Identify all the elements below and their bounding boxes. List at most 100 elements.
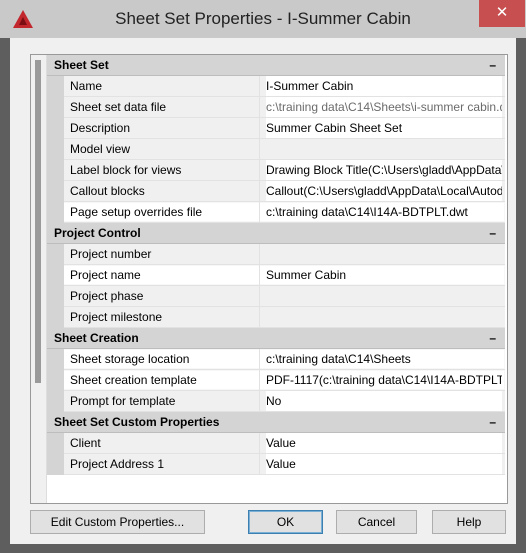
column-divider: [259, 349, 260, 369]
property-name: Project phase: [70, 289, 144, 303]
row-gutter: [47, 454, 64, 475]
property-row-project-phase[interactable]: Project phase: [47, 286, 505, 307]
property-name: Sheet creation template: [70, 373, 197, 387]
column-divider: [259, 97, 260, 117]
category-label: Sheet Set Custom Properties: [54, 415, 220, 429]
cancel-button[interactable]: Cancel: [336, 510, 417, 534]
property-row-callout-blocks[interactable]: Callout blocks Callout(C:\Users\gladd\Ap…: [47, 181, 505, 202]
property-value[interactable]: Value: [266, 433, 502, 453]
property-name: Project number: [70, 247, 152, 261]
collapse-icon[interactable]: –: [489, 223, 496, 243]
column-divider: [259, 244, 260, 264]
category-sheet-creation[interactable]: Sheet Creation –: [47, 328, 505, 349]
column-divider: [259, 181, 260, 201]
property-name: Description: [70, 121, 131, 135]
row-gutter: [47, 118, 64, 139]
category-sheet-set[interactable]: Sheet Set –: [47, 55, 505, 76]
property-value[interactable]: Summer Cabin Sheet Set: [266, 118, 502, 138]
column-divider: [259, 286, 260, 306]
property-name: Model view: [70, 142, 131, 156]
edit-custom-properties-button[interactable]: Edit Custom Properties...: [30, 510, 205, 534]
property-value[interactable]: c:\training data\C14\Sheets\i-summer cab…: [266, 97, 502, 117]
property-row-prompt-for-template[interactable]: Prompt for template No: [47, 391, 505, 412]
column-divider: [259, 202, 260, 222]
property-grid: Sheet Set – Name I-Summer Cabin Sheet se…: [30, 54, 508, 504]
ok-button[interactable]: OK: [248, 510, 323, 534]
property-row-sheet-storage-location[interactable]: Sheet storage location c:\training data\…: [47, 349, 505, 370]
property-row-name[interactable]: Name I-Summer Cabin: [47, 76, 505, 97]
property-name: Project name: [70, 268, 141, 282]
property-name: Page setup overrides file: [70, 205, 203, 219]
property-name: Project milestone: [70, 310, 163, 324]
row-gutter: [47, 286, 64, 307]
column-divider: [259, 307, 260, 327]
vertical-scrollbar[interactable]: [31, 55, 47, 503]
collapse-icon[interactable]: –: [489, 328, 496, 348]
column-divider: [259, 160, 260, 180]
property-value[interactable]: PDF-1117(c:\training data\C14\I14A-BDTPL…: [266, 370, 502, 390]
property-row-project-address-1[interactable]: Project Address 1 Value: [47, 454, 505, 475]
row-gutter: [47, 181, 64, 202]
button-bar: Edit Custom Properties... OK Cancel Help: [30, 510, 506, 534]
column-divider: [259, 118, 260, 138]
row-gutter: [47, 307, 64, 328]
column-divider: [259, 76, 260, 96]
property-row-client[interactable]: Client Value: [47, 433, 505, 454]
property-value[interactable]: Summer Cabin: [266, 265, 502, 285]
property-row-sheet-set-data-file[interactable]: Sheet set data file c:\training data\C14…: [47, 97, 505, 118]
row-gutter: [47, 97, 64, 118]
collapse-icon[interactable]: –: [489, 412, 496, 432]
property-name: Prompt for template: [70, 394, 176, 408]
category-label: Project Control: [54, 226, 141, 240]
property-row-project-name[interactable]: Project name Summer Cabin: [47, 265, 505, 286]
column-divider: [259, 139, 260, 159]
property-value[interactable]: c:\training data\C14\Sheets: [266, 349, 502, 369]
property-name: Sheet storage location: [70, 352, 190, 366]
property-value[interactable]: Value: [266, 454, 502, 474]
close-icon: ✕: [495, 4, 509, 21]
close-button[interactable]: ✕: [479, 0, 525, 27]
property-row-description[interactable]: Description Summer Cabin Sheet Set: [47, 118, 505, 139]
row-gutter: [47, 370, 64, 391]
dialog-body: Sheet Set – Name I-Summer Cabin Sheet se…: [10, 38, 516, 544]
row-gutter: [47, 244, 64, 265]
property-value[interactable]: I-Summer Cabin: [266, 76, 502, 96]
property-row-page-setup-overrides-file[interactable]: Page setup overrides file c:\training da…: [47, 202, 505, 223]
property-row-label-block-for-views[interactable]: Label block for views Drawing Block Titl…: [47, 160, 505, 181]
row-gutter: [47, 265, 64, 286]
category-label: Sheet Set: [54, 58, 109, 72]
row-gutter: [47, 76, 64, 97]
column-divider: [259, 454, 260, 474]
column-divider: [259, 265, 260, 285]
row-gutter: [47, 349, 64, 370]
property-name: Label block for views: [70, 163, 182, 177]
property-value[interactable]: c:\training data\C14\I14A-BDTPLT.dwt: [266, 202, 502, 222]
scrollbar-thumb[interactable]: [35, 60, 41, 383]
category-project-control[interactable]: Project Control –: [47, 223, 505, 244]
row-gutter: [47, 202, 64, 223]
property-row-model-view[interactable]: Model view: [47, 139, 505, 160]
help-button[interactable]: Help: [432, 510, 506, 534]
property-name: Client: [70, 436, 101, 450]
property-value[interactable]: Callout(C:\Users\gladd\AppData\Local\Aut…: [266, 181, 502, 201]
collapse-icon[interactable]: –: [489, 55, 496, 75]
category-label: Sheet Creation: [54, 331, 139, 345]
property-name: Project Address 1: [70, 457, 165, 471]
title-bar: Sheet Set Properties - I-Summer Cabin ✕: [0, 0, 526, 38]
property-row-sheet-creation-template[interactable]: Sheet creation template PDF-1117(c:\trai…: [47, 370, 505, 391]
property-name: Callout blocks: [70, 184, 145, 198]
row-gutter: [47, 391, 64, 412]
property-name: Sheet set data file: [70, 100, 167, 114]
row-gutter: [47, 160, 64, 181]
row-gutter: [47, 139, 64, 160]
property-row-project-number[interactable]: Project number: [47, 244, 505, 265]
property-row-project-milestone[interactable]: Project milestone: [47, 307, 505, 328]
property-name: Name: [70, 79, 103, 93]
column-divider: [259, 391, 260, 411]
property-value[interactable]: Drawing Block Title(C:\Users\gladd\AppDa…: [266, 160, 502, 180]
property-value[interactable]: No: [266, 391, 502, 411]
column-divider: [259, 433, 260, 453]
property-rows: Sheet Set – Name I-Summer Cabin Sheet se…: [47, 55, 505, 475]
column-divider: [259, 370, 260, 390]
category-sheet-set-custom-properties[interactable]: Sheet Set Custom Properties –: [47, 412, 505, 433]
